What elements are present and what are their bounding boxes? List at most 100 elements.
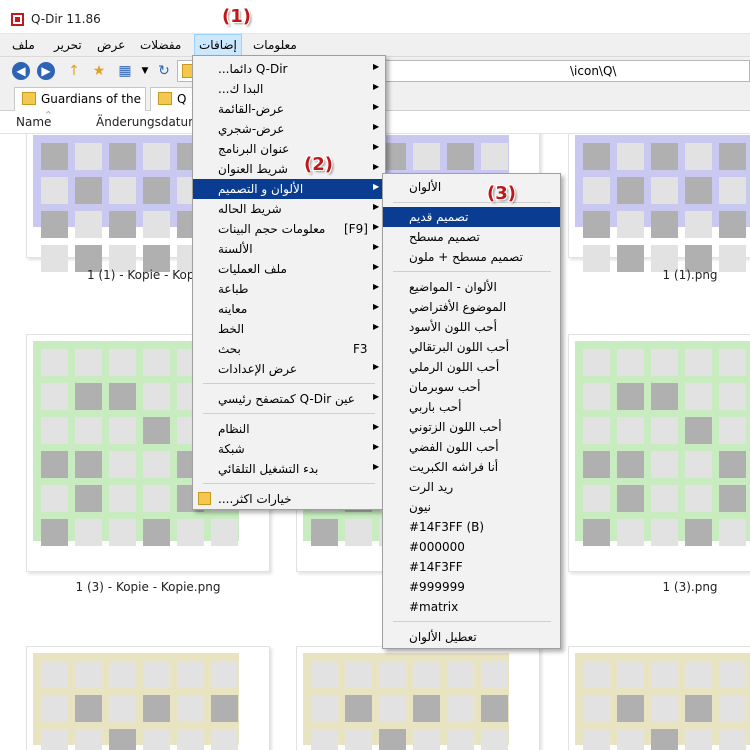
thumbnail-image: [33, 653, 239, 750]
menu-item-label: أحب اللون الأسود: [409, 320, 497, 334]
extras-menu-item[interactable]: عرض-شجري ▶: [193, 119, 385, 139]
menu-item-label: النظام: [218, 422, 250, 436]
colors-menu-item[interactable]: نيون: [383, 497, 560, 517]
thumbnail[interactable]: [568, 646, 750, 750]
colors-menu-item[interactable]: #14F3FF: [383, 557, 560, 577]
window-title: Q-Dir 11.86: [31, 12, 101, 26]
colors-menu-item[interactable]: أحب اللون الفضي: [383, 437, 560, 457]
colors-menu-item[interactable]: #999999: [383, 577, 560, 597]
extras-menu-item[interactable]: عرض الإعدادات ▶: [193, 359, 385, 379]
submenu-arrow-icon: ▶: [373, 462, 380, 471]
menu-view[interactable]: عرض: [93, 34, 129, 56]
menu-item-label: الألوان - المواضيع: [409, 280, 497, 294]
folder-icon: [22, 92, 36, 105]
tab-q[interactable]: Q: [150, 87, 196, 111]
colors-menu-item[interactable]: #matrix: [383, 597, 560, 617]
thumbnail[interactable]: [568, 334, 750, 572]
extras-menu-item[interactable]: معلومات حجم البينات [F9] ▶: [193, 219, 385, 239]
thumbnail[interactable]: [26, 646, 270, 750]
forward-icon[interactable]: ▶: [37, 62, 55, 80]
thumbnail-image: [575, 135, 750, 272]
thumbnail-image: [575, 653, 750, 750]
menu-item-label: البدا ك...: [218, 82, 264, 96]
submenu-arrow-icon: ▶: [373, 362, 380, 371]
colors-menu-item[interactable]: الموضوع الأفتراضي: [383, 297, 560, 317]
extras-menu-item[interactable]: الخط ▶: [193, 319, 385, 339]
submenu-arrow-icon: ▶: [373, 442, 380, 451]
extras-menu-item[interactable]: عين Q-Dir كمتصفح رئيسي ▶: [193, 389, 385, 409]
app-icon: [11, 13, 24, 26]
up-folder-icon[interactable]: ↑: [66, 63, 82, 79]
refresh-icon[interactable]: ↻: [156, 63, 172, 79]
extras-menu-item[interactable]: البدا ك... ▶: [193, 79, 385, 99]
colors-menu-item[interactable]: أحب اللون الزتوني: [383, 417, 560, 437]
colors-menu-item[interactable]: #000000: [383, 537, 560, 557]
colors-menu-item[interactable]: تصميم مسطح + ملون: [383, 247, 560, 267]
colors-menu-item[interactable]: أنا فراشه الكبريت: [383, 457, 560, 477]
column-date[interactable]: Änderungsdatum: [96, 115, 200, 129]
extras-menu-item[interactable]: شبكة ▶: [193, 439, 385, 459]
extras-menu-item[interactable]: بدء التشغيل التلقائي ▶: [193, 459, 385, 479]
view-mode-icon[interactable]: ▦: [117, 63, 133, 79]
colors-menu-item[interactable]: أحب اللون الأسود: [383, 317, 560, 337]
menu-item-label: ريد الرت: [409, 480, 454, 494]
submenu-arrow-icon: ▶: [373, 262, 380, 271]
extras-menu-item[interactable]: خيارات اكثر....: [193, 489, 385, 509]
menu-item-label: تصميم قديم: [409, 210, 469, 224]
thumbnail[interactable]: [568, 134, 750, 272]
menu-bar: ملف تحرير عرض مفضلات إضافات معلومات: [0, 34, 750, 57]
menu-item-label: الموضوع الأفتراضي: [409, 300, 507, 314]
colors-menu-item[interactable]: تصميم قديم: [383, 207, 560, 227]
extras-menu-item[interactable]: الألسنة ▶: [193, 239, 385, 259]
colors-menu-item[interactable]: أحب اللون البرتقالي: [383, 337, 560, 357]
extras-menu-item[interactable]: عنوان البرنامج ▶: [193, 139, 385, 159]
new-folder-icon[interactable]: ★: [91, 63, 107, 79]
thumbnail[interactable]: [296, 646, 540, 750]
menu-shortcut: [F9]: [344, 222, 368, 236]
menu-item-label: #999999: [409, 580, 465, 594]
menu-item-label: أحب اللون الفضي: [409, 440, 499, 454]
extras-menu-item[interactable]: طباعة ▶: [193, 279, 385, 299]
submenu-arrow-icon: ▶: [373, 392, 380, 401]
menu-item-label: تعطيل الألوان: [409, 630, 477, 644]
submenu-arrow-icon: ▶: [373, 282, 380, 291]
colors-menu-item[interactable]: أحب سوبرمان: [383, 377, 560, 397]
menu-extras[interactable]: إضافات: [194, 34, 242, 56]
menu-file[interactable]: ملف: [8, 34, 39, 56]
submenu-arrow-icon: ▶: [373, 182, 380, 191]
thumbnail-label: 1 (1).png: [662, 268, 718, 282]
extras-menu-item[interactable]: الألوان و التصميم ▶: [193, 179, 385, 199]
extras-menu-item[interactable]: شريط العنوان ▶: [193, 159, 385, 179]
submenu-arrow-icon: ▶: [373, 102, 380, 111]
colors-menu-item[interactable]: تصميم مسطح: [383, 227, 560, 247]
menu-item-label: أحب باربي: [409, 400, 462, 414]
extras-menu-item[interactable]: Q-Dir دائما... ▶: [193, 59, 385, 79]
menu-item-label: بحث: [218, 342, 241, 356]
extras-menu-item[interactable]: النظام ▶: [193, 419, 385, 439]
chevron-down-icon[interactable]: ▼: [137, 63, 153, 79]
menu-favorites[interactable]: مفضلات: [136, 34, 185, 56]
extras-menu-item[interactable]: معاينه ▶: [193, 299, 385, 319]
tab-guardians[interactable]: Guardians of the ...: [14, 87, 146, 128]
colors-menu-item[interactable]: #14F3FF (B): [383, 517, 560, 537]
menu-edit[interactable]: تحرير: [50, 34, 86, 56]
extras-menu: Q-Dir دائما... ▶ البدا ك... ▶ عرض-القائمة ▶ عر…: [192, 55, 386, 510]
menu-info[interactable]: معلومات: [249, 34, 301, 56]
submenu-arrow-icon: ▶: [373, 142, 380, 151]
colors-menu-item[interactable]: تعطيل الألوان: [383, 627, 560, 647]
tab-label: Q: [177, 92, 187, 106]
back-icon[interactable]: ◀: [12, 62, 30, 80]
extras-menu-item[interactable]: ملف العمليات ▶: [193, 259, 385, 279]
extras-menu-item[interactable]: عرض-القائمة ▶: [193, 99, 385, 119]
colors-submenu-header: الألوان: [409, 180, 442, 194]
thumbnail-image: [303, 653, 509, 750]
extras-menu-item[interactable]: شريط الحاله ▶: [193, 199, 385, 219]
extras-menu-item[interactable]: بحث F3: [193, 339, 385, 359]
colors-menu-item[interactable]: الألوان - المواضيع: [383, 277, 560, 297]
menu-item-label: تصميم مسطح: [409, 230, 480, 244]
colors-menu-item[interactable]: أحب باربي: [383, 397, 560, 417]
colors-menu-item[interactable]: أحب اللون الرملي: [383, 357, 560, 377]
colors-menu-item[interactable]: ريد الرت: [383, 477, 560, 497]
menu-item-label: عرض الإعدادات: [218, 362, 298, 376]
step-callout-2: (2): [304, 154, 333, 175]
